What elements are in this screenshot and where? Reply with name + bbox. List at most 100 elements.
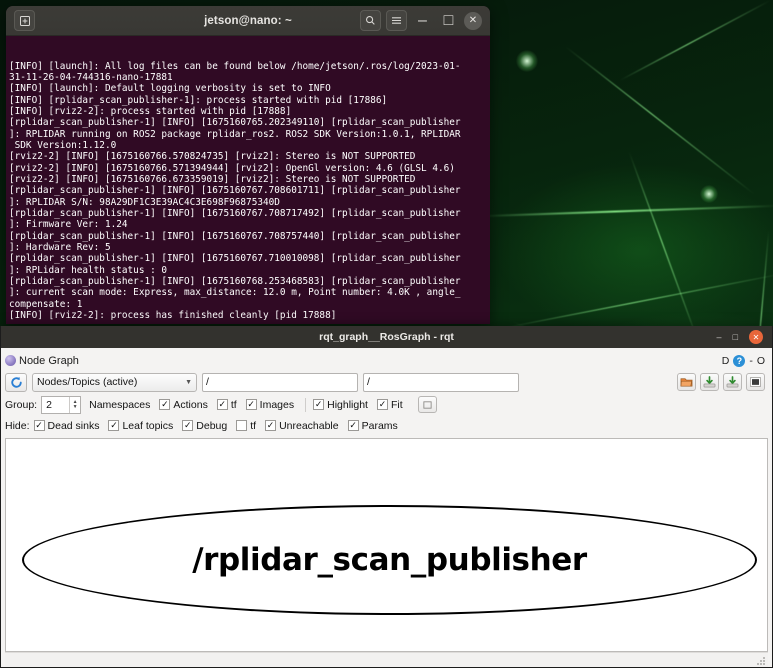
wallpaper-beam (480, 204, 773, 218)
chevron-down-icon: ▼ (185, 378, 192, 386)
terminal-minimize-button[interactable]: – (412, 10, 433, 31)
params-checkbox[interactable]: ✓ Params (347, 419, 398, 432)
terminal-maximize-button[interactable]: □ (438, 10, 459, 31)
save-as-svg-icon[interactable] (746, 373, 765, 391)
graph-toolbar: Nodes/Topics (active) ▼ / / (5, 371, 768, 393)
refresh-icon[interactable] (5, 372, 27, 392)
search-icon[interactable] (360, 10, 381, 31)
graph-node-rplidar-scan-publisher[interactable]: /rplidar_scan_publisher (22, 505, 757, 615)
dock-detach-button[interactable]: D (722, 355, 730, 367)
unreachable-label: Unreachable (279, 419, 339, 432)
dock-minimize-button[interactable]: - (749, 355, 753, 367)
group-label: Group: (5, 398, 38, 411)
wallpaper-beam (628, 151, 702, 350)
graph-node-label: /rplidar_scan_publisher (192, 542, 587, 578)
namespaces-option[interactable]: Namespaces (89, 399, 150, 411)
dock-controls[interactable]: D ? - O (722, 354, 768, 367)
terminal-log-line: [rplidar_scan_publisher-1] [INFO] [16751… (9, 117, 461, 129)
terminal-log-line: [rplidar_scan_publisher-1] [INFO] [16751… (9, 253, 461, 265)
terminal-log-line: ]: RPLidar health status : 0 (9, 264, 168, 276)
hide-label: Hide: (5, 419, 30, 432)
dock-title-label: Node Graph (19, 354, 79, 367)
terminal-close-button[interactable]: ✕ (464, 11, 482, 30)
new-tab-icon[interactable] (14, 10, 35, 31)
terminal-window-controls[interactable]: – □ ✕ (360, 10, 490, 31)
params-label: Params (361, 419, 398, 432)
spinner-arrows-icon[interactable]: ▲ ▼ (69, 396, 80, 413)
terminal-log-line: ]: RPLIDAR running on ROS2 package rplid… (9, 128, 461, 140)
topic-filter-input[interactable]: / (363, 372, 519, 392)
checkbox-box: ✓ (33, 420, 45, 431)
node-filter-input[interactable]: / (202, 372, 358, 392)
ros-graph-canvas[interactable]: /rplidar_scan_publisher (5, 438, 768, 652)
images-checkbox[interactable]: ✓ Images (245, 398, 295, 411)
terminal-log-line: ]: Firmware Ver: 1.24 (9, 219, 128, 231)
images-label: Images (259, 398, 295, 411)
checkbox-box: ✓ (245, 399, 257, 410)
toolbar-separator (305, 397, 307, 412)
highlight-label: Highlight (327, 398, 368, 411)
hide-tf-checkbox[interactable]: ✓ tf (236, 420, 256, 432)
terminal-log-line: ]: current scan mode: Express, max_dista… (9, 287, 461, 299)
rqt-close-button[interactable]: ✕ (749, 330, 763, 344)
checkbox-box: ✓ (216, 399, 228, 410)
wallpaper-beam (565, 46, 755, 195)
resize-grip-icon[interactable] (756, 656, 766, 666)
group-spinbox[interactable]: 2 ▲ ▼ (41, 395, 82, 414)
terminal-log-line: [rplidar_scan_publisher-1] [INFO] [16751… (9, 185, 461, 197)
debug-checkbox[interactable]: ✓ Debug (182, 420, 227, 432)
checkbox-box: ✓ (159, 399, 171, 410)
leaf-topics-checkbox[interactable]: ✓ Leaf topics (108, 420, 173, 432)
tf-checkbox[interactable]: ✓ tf (216, 399, 237, 411)
highlight-checkbox[interactable]: ✓ Highlight (313, 399, 368, 411)
checkbox-box: ✓ (347, 420, 359, 431)
dead-sinks-checkbox[interactable]: ✓ Dead sinks (33, 419, 100, 432)
terminal-log-line: [INFO] [rviz2-2]: process started with p… (9, 105, 292, 117)
hide-tf-label: tf (250, 419, 257, 432)
terminal-log-line: [INFO] [launch]: Default logging verbosi… (9, 83, 331, 95)
desktop: jetson@nano: ~ – □ ✕ [INFO] [launch]: Al… (0, 0, 773, 668)
terminal-log-line: [rplidar_scan_publisher-1] [INFO] [16751… (9, 275, 461, 287)
rqt-content: Node Graph D ? - O Nodes/Topics (active)… (1, 348, 772, 667)
rqt-titlebar[interactable]: rqt_graph__RosGraph - rqt – □ ✕ (1, 326, 772, 348)
fit-in-view-icon[interactable] (417, 396, 437, 413)
rqt-window-title: rqt_graph__RosGraph - rqt (319, 331, 454, 343)
unreachable-checkbox[interactable]: ✓ Unreachable (265, 420, 339, 432)
wallpaper-glow (700, 185, 718, 203)
node-graph-dock-header: Node Graph D ? - O (5, 351, 768, 370)
terminal-log-line: [rplidar_scan_publisher-1] [INFO] [16751… (9, 207, 461, 219)
hamburger-menu-icon[interactable] (386, 10, 407, 31)
help-icon[interactable]: ? (733, 354, 746, 367)
terminal-titlebar[interactable]: jetson@nano: ~ – □ ✕ (6, 6, 490, 36)
graph-toolbar-icons (677, 373, 768, 391)
leaf-topics-label: Leaf topics (122, 419, 174, 432)
rqt-window-controls[interactable]: – □ ✕ (717, 330, 772, 344)
graph-options-row-1: Group: 2 ▲▼ Namespaces ✓ Actions ✓ tf ✓ (5, 395, 768, 414)
namespaces-label: Namespaces (89, 398, 151, 411)
checkbox-box: ✓ (182, 420, 194, 431)
actions-label: Actions (173, 398, 208, 411)
dock-title-group: Node Graph (5, 355, 79, 367)
terminal-log-line: [rviz2-2] [INFO] [1675160766.673359019] … (9, 173, 416, 185)
terminal-output[interactable]: [INFO] [launch]: All log files can be fo… (6, 36, 490, 324)
dead-sinks-label: Dead sinks (47, 419, 100, 432)
checkbox-box: ✓ (108, 420, 120, 431)
actions-checkbox[interactable]: ✓ Actions (159, 398, 208, 411)
graph-options-row-2: Hide: ✓ Dead sinks ✓ Leaf topics ✓ Debug… (5, 416, 768, 435)
dock-float-button[interactable]: O (757, 355, 765, 367)
fit-checkbox[interactable]: ✓ Fit (376, 399, 403, 411)
rqt-minimize-button[interactable]: – (717, 332, 722, 342)
load-dot-file-icon[interactable] (677, 373, 696, 391)
checkbox-box: ✓ (236, 420, 248, 431)
graph-filter-select[interactable]: Nodes/Topics (active) ▼ (32, 372, 197, 392)
terminal-window[interactable]: jetson@nano: ~ – □ ✕ [INFO] [launch]: Al… (6, 6, 490, 324)
rqt-maximize-button[interactable]: □ (733, 332, 738, 342)
terminal-log-line: [rplidar_scan_publisher-1] [INFO] [16751… (9, 230, 461, 242)
rqt-graph-window[interactable]: rqt_graph__RosGraph - rqt – □ ✕ Node Gra… (0, 326, 773, 668)
save-as-image-icon[interactable] (723, 373, 742, 391)
save-as-dot-icon[interactable] (700, 373, 719, 391)
checkbox-box: ✓ (376, 399, 388, 410)
checkbox-box: ✓ (265, 420, 277, 431)
graph-filter-value: Nodes/Topics (active) (37, 376, 138, 388)
terminal-log-line: ]: RPLIDAR S/N: 98A29DF1C3E39AC4C3E698F9… (9, 196, 280, 208)
